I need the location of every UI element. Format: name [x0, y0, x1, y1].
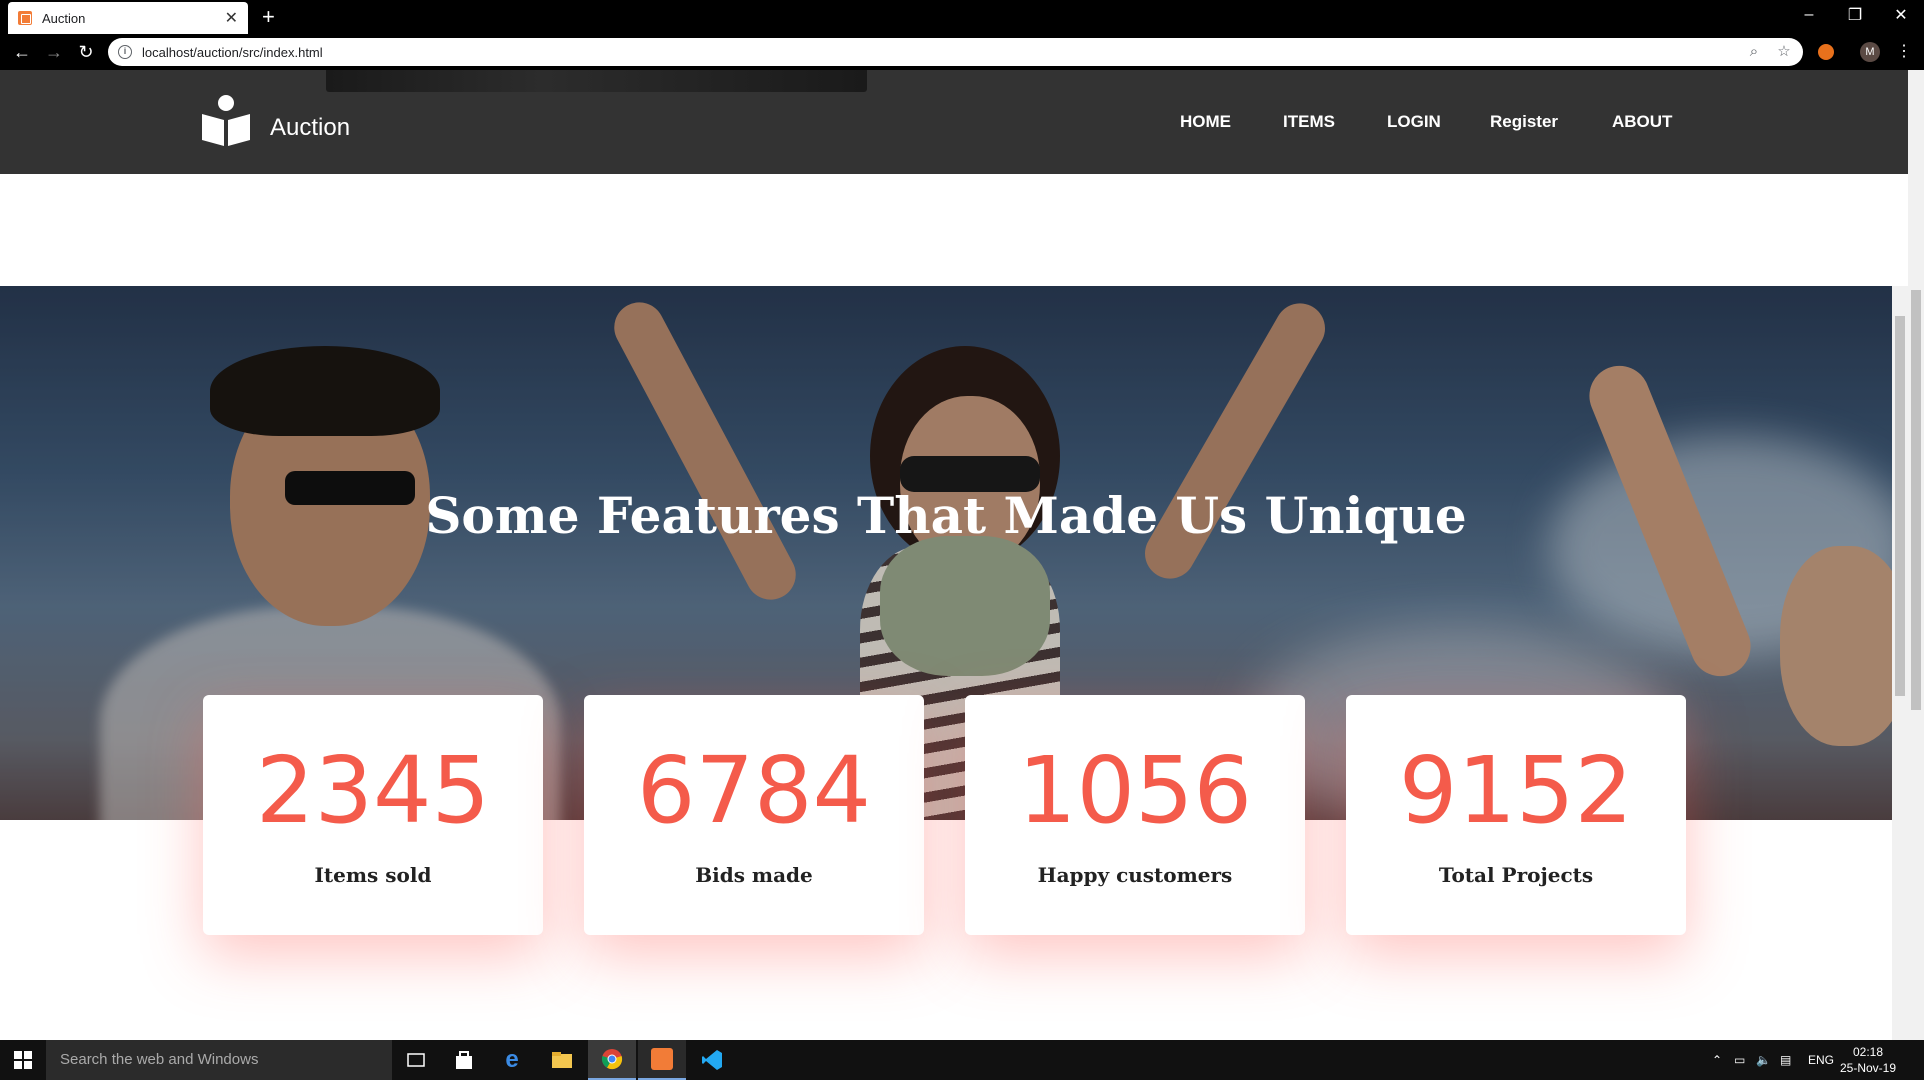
- inner-scrollbar[interactable]: [1892, 286, 1908, 1040]
- chrome-icon[interactable]: [588, 1040, 636, 1080]
- xampp-favicon-icon: [18, 11, 32, 25]
- zoom-icon[interactable]: ⌕: [1745, 43, 1763, 61]
- stat-value: 2345: [255, 737, 491, 844]
- taskbar-search[interactable]: Search the web and Windows: [46, 1040, 392, 1080]
- volume-icon[interactable]: 🔈: [1756, 1040, 1771, 1080]
- network-icon[interactable]: ▭: [1734, 1040, 1745, 1080]
- windows-taskbar: Search the web and Windows e ⌃ ▭ 🔈 ▤ ENG…: [0, 1040, 1924, 1080]
- store-icon[interactable]: [440, 1040, 488, 1080]
- edge-icon[interactable]: e: [488, 1040, 536, 1080]
- stat-card-happy-customers: 1056 Happy customers: [965, 695, 1305, 935]
- extension-icon[interactable]: [1818, 44, 1834, 60]
- taskbar-clock[interactable]: 02:18 25-Nov-19: [1840, 1044, 1896, 1076]
- windows-start-icon[interactable]: [0, 1040, 46, 1080]
- restore-icon[interactable]: ❐: [1832, 0, 1878, 30]
- bookmark-star-icon[interactable]: ☆: [1775, 43, 1793, 61]
- page-viewport: Auction HOME ITEMS LOGIN Register ABOUT: [0, 70, 1908, 1040]
- stat-label: Items sold: [314, 863, 432, 887]
- notifications-icon[interactable]: ▤: [1780, 1040, 1791, 1080]
- partial-image: [326, 70, 867, 92]
- nav-login[interactable]: LOGIN: [1387, 112, 1441, 132]
- nav-register[interactable]: Register: [1490, 112, 1558, 132]
- reload-icon[interactable]: ↻: [74, 40, 98, 64]
- new-tab-icon[interactable]: +: [262, 4, 275, 30]
- file-explorer-icon[interactable]: [538, 1040, 586, 1080]
- stat-value: 6784: [636, 737, 872, 844]
- xampp-icon[interactable]: [638, 1040, 686, 1080]
- stat-label: Total Projects: [1438, 863, 1594, 887]
- nav-about[interactable]: ABOUT: [1612, 112, 1672, 132]
- nav-items[interactable]: ITEMS: [1283, 112, 1335, 132]
- profile-avatar[interactable]: M: [1860, 42, 1880, 62]
- clock-time: 02:18: [1853, 1045, 1884, 1059]
- book-logo-icon[interactable]: [200, 94, 252, 148]
- language-indicator[interactable]: ENG: [1808, 1040, 1834, 1080]
- vscode-icon[interactable]: [688, 1040, 736, 1080]
- stat-card-total-projects: 9152 Total Projects: [1346, 695, 1686, 935]
- browser-tab[interactable]: Auction ✕: [8, 2, 248, 34]
- address-bar[interactable]: i localhost/auction/src/index.html ⌕ ☆: [108, 38, 1803, 66]
- inner-scrollbar-thumb[interactable]: [1895, 316, 1905, 696]
- browser-menu-icon[interactable]: ⋮: [1896, 40, 1912, 64]
- close-tab-icon[interactable]: ✕: [225, 8, 238, 28]
- stat-label: Bids made: [695, 863, 813, 887]
- tray-chevron-icon[interactable]: ⌃: [1712, 1040, 1722, 1080]
- stat-label: Happy customers: [1037, 863, 1233, 887]
- clock-date: 25-Nov-19: [1840, 1061, 1897, 1075]
- stat-value: 1056: [1017, 737, 1253, 844]
- close-window-icon[interactable]: ✕: [1878, 0, 1924, 30]
- minimize-icon[interactable]: –: [1786, 0, 1832, 30]
- page-scrollbar-thumb[interactable]: [1911, 290, 1921, 710]
- site-navbar: Auction HOME ITEMS LOGIN Register ABOUT: [0, 70, 1908, 174]
- browser-toolbar: ← → ↻ i localhost/auction/src/index.html…: [0, 34, 1924, 70]
- stat-card-items-sold: 2345 Items sold: [203, 695, 543, 935]
- back-icon[interactable]: ←: [10, 40, 34, 64]
- browser-tabstrip: Auction ✕ + – ❐ ✕: [0, 0, 1924, 34]
- task-view-icon[interactable]: [392, 1040, 440, 1080]
- brand-name[interactable]: Auction: [270, 114, 350, 142]
- stat-card-bids-made: 6784 Bids made: [584, 695, 924, 935]
- stat-value: 9152: [1398, 737, 1634, 844]
- site-info-icon[interactable]: i: [118, 45, 132, 59]
- page-scrollbar[interactable]: [1908, 70, 1924, 1040]
- forward-icon[interactable]: →: [42, 40, 66, 64]
- features-heading: Some Features That Made Us Unique: [425, 486, 1467, 545]
- url-text[interactable]: localhost/auction/src/index.html: [142, 45, 1733, 60]
- tab-title: Auction: [42, 10, 86, 26]
- nav-home[interactable]: HOME: [1180, 112, 1231, 132]
